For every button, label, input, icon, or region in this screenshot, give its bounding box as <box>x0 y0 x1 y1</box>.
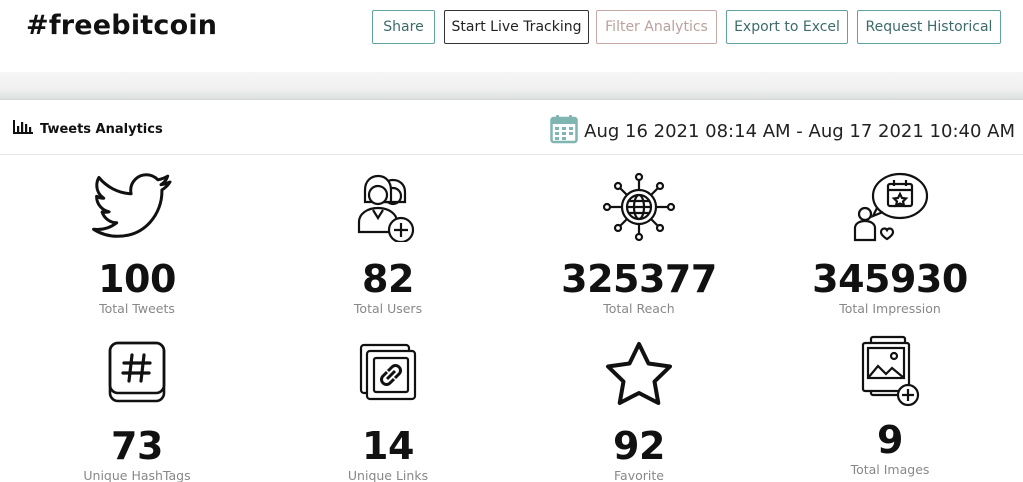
section-title-text: Tweets Analytics <box>40 121 163 137</box>
top-bar: #freebitcoin Share Start Live Tracking F… <box>0 0 1023 72</box>
stat-value: 82 <box>362 257 414 301</box>
stat-value: 345930 <box>812 257 968 301</box>
stat-value: 9 <box>877 418 903 462</box>
star-icon <box>606 342 672 405</box>
stat-value: 14 <box>362 424 414 468</box>
image-add-icon <box>861 335 920 407</box>
users-add-icon <box>357 174 415 242</box>
stat-total-users: 82 Total Users <box>263 172 513 316</box>
stat-label: Favorite <box>614 468 664 482</box>
stat-label: Unique HashTags <box>83 468 191 482</box>
stat-total-tweets: 100 Total Tweets <box>12 172 262 316</box>
stat-total-images: 9 Total Images <box>765 335 1015 477</box>
hashtag-icon <box>108 341 166 403</box>
bar-chart-icon <box>12 119 34 139</box>
stat-value: 73 <box>111 424 163 468</box>
stat-favorite: 92 Favorite <box>514 339 764 482</box>
request-historical-button[interactable]: Request Historical <box>857 10 1001 44</box>
date-range-text: Aug 16 2021 08:14 AM - Aug 17 2021 10:40… <box>584 121 1015 142</box>
start-live-tracking-button[interactable]: Start Live Tracking <box>444 10 589 44</box>
stat-label: Total Tweets <box>99 301 175 316</box>
stat-unique-links: 14 Unique Links <box>263 339 513 482</box>
stat-unique-hashtags: 73 Unique HashTags <box>12 339 262 482</box>
calendar-icon <box>550 114 578 149</box>
stat-label: Unique Links <box>347 468 429 482</box>
impression-person-icon <box>853 172 929 242</box>
section-title: Tweets Analytics <box>12 119 163 139</box>
stat-value: 325377 <box>561 257 717 301</box>
page-title: #freebitcoin <box>26 10 218 41</box>
share-button[interactable]: Share <box>372 10 435 44</box>
stat-label: Total Impression <box>839 301 941 316</box>
twitter-bird-icon <box>92 173 172 238</box>
filter-analytics-button[interactable]: Filter Analytics <box>596 10 717 44</box>
stat-value: 92 <box>613 424 665 468</box>
export-to-excel-button[interactable]: Export to Excel <box>726 10 848 44</box>
stat-value: 100 <box>98 257 176 301</box>
stat-label: Total Users <box>353 301 423 316</box>
section-divider <box>0 72 1023 100</box>
stat-total-reach: 325377 Total Reach <box>514 172 764 316</box>
network-globe-icon <box>602 172 676 242</box>
stat-label: Total Reach <box>603 301 675 316</box>
link-icon <box>359 343 417 401</box>
stat-label: Total Images <box>850 462 930 477</box>
date-range[interactable]: Aug 16 2021 08:14 AM - Aug 17 2021 10:40… <box>550 114 1015 149</box>
card-header: Tweets Analytics Aug 16 2021 08:14 AM - … <box>0 100 1023 155</box>
stat-total-impression: 345930 Total Impression <box>765 172 1015 316</box>
